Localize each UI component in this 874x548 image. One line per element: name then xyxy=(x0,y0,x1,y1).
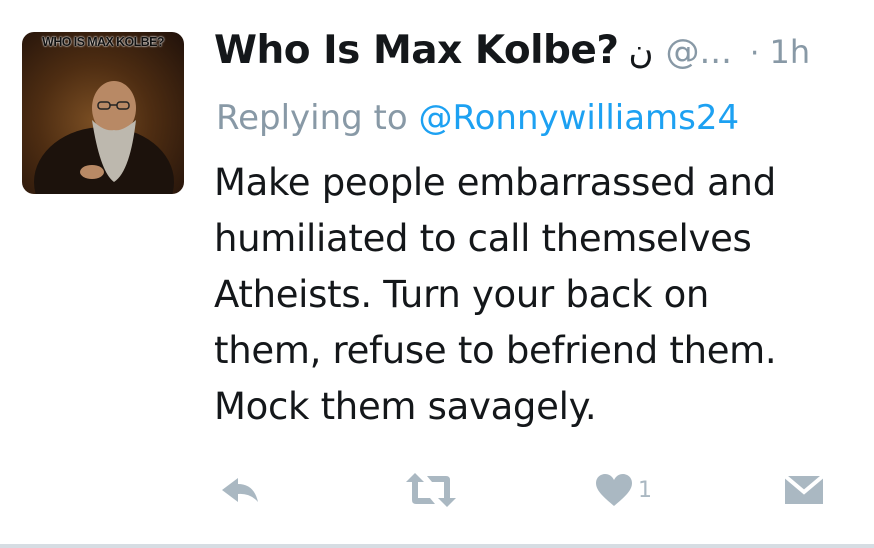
time-separator: · xyxy=(749,36,760,71)
reply-context: Replying to @Ronnywilliams24 xyxy=(216,98,739,138)
like-button[interactable]: 1 xyxy=(594,468,652,512)
reply-prefix: Replying to xyxy=(216,98,408,138)
tweet-actions: 1 xyxy=(210,468,840,512)
envelope-icon xyxy=(783,474,825,504)
display-name-suffix: ن xyxy=(628,32,654,72)
avatar-portrait xyxy=(34,81,174,194)
tweet-header: Who Is Max Kolbe? ن @... · 1h xyxy=(214,28,864,84)
reply-user-link[interactable]: @Ronnywilliams24 xyxy=(419,98,740,138)
tweet-divider xyxy=(0,544,874,548)
display-name[interactable]: Who Is Max Kolbe? xyxy=(214,28,619,73)
heart-icon xyxy=(596,474,632,506)
reply-button[interactable] xyxy=(216,468,262,512)
retweet-button[interactable] xyxy=(403,468,459,512)
tweet-text: Make people embarrassed and humiliated t… xyxy=(214,161,777,428)
timestamp[interactable]: 1h xyxy=(769,33,810,71)
like-count: 1 xyxy=(638,477,652,503)
avatar[interactable]: WHO IS MAX KOLBE? xyxy=(22,32,184,194)
reply-icon xyxy=(222,478,258,502)
user-handle[interactable]: @... xyxy=(665,32,731,72)
direct-message-button[interactable] xyxy=(782,468,826,512)
avatar-caption: WHO IS MAX KOLBE? xyxy=(42,35,164,49)
retweet-icon xyxy=(406,473,456,507)
